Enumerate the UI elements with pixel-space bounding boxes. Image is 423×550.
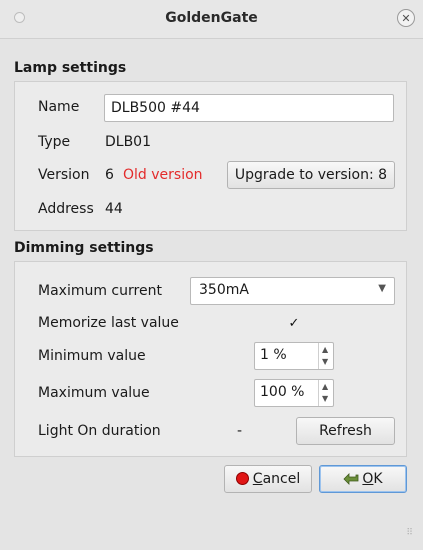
spin-arrows[interactable]: ▲ ▼ — [318, 343, 333, 369]
version-value: 6 — [105, 167, 114, 183]
light-on-label: Light On duration — [38, 423, 161, 439]
dimming-settings-title: Dimming settings — [14, 240, 154, 256]
type-value: DLB01 — [105, 134, 151, 150]
memorize-checkbox[interactable]: ✓ — [287, 317, 301, 331]
lamp-settings-title: Lamp settings — [14, 60, 127, 76]
window-title: GoldenGate — [165, 10, 258, 26]
title-bar: GoldenGate ✕ — [0, 0, 423, 39]
max-value-label: Maximum value — [38, 385, 150, 401]
chevron-down-icon[interactable]: ▼ — [322, 357, 328, 366]
close-icon[interactable]: ✕ — [397, 9, 415, 27]
light-on-value: - — [237, 423, 243, 439]
cancel-button[interactable]: Cancel — [224, 465, 312, 493]
min-value-label: Minimum value — [38, 348, 146, 364]
address-label: Address — [38, 201, 94, 217]
lamp-settings-group: Name Type DLB01 Version 6 Old version Up… — [14, 81, 407, 231]
min-value-spinbox[interactable]: 1 % ▲ ▼ — [254, 342, 334, 370]
ok-button[interactable]: OK — [319, 465, 407, 493]
type-label: Type — [38, 134, 71, 150]
max-value: 100 % — [260, 384, 305, 400]
memorize-label: Memorize last value — [38, 315, 179, 331]
max-value-spinbox[interactable]: 100 % ▲ ▼ — [254, 379, 334, 407]
max-current-select[interactable]: 350mA ▼ — [190, 277, 395, 305]
refresh-button[interactable]: Refresh — [296, 417, 395, 445]
version-label: Version — [38, 167, 90, 183]
max-current-label: Maximum current — [38, 283, 162, 299]
name-input[interactable] — [104, 94, 394, 122]
stop-icon — [235, 472, 249, 485]
spin-arrows[interactable]: ▲ ▼ — [318, 380, 333, 406]
chevron-down-icon[interactable]: ▼ — [322, 394, 328, 403]
dimming-settings-group: Maximum current 350mA ▼ Memorize last va… — [14, 261, 407, 457]
version-status: Old version — [123, 167, 203, 183]
max-current-value: 350mA — [199, 282, 249, 298]
address-value: 44 — [105, 201, 123, 217]
chevron-up-icon[interactable]: ▲ — [322, 382, 328, 391]
resize-grip-icon[interactable]: ⠿ — [406, 528, 413, 538]
chevron-up-icon[interactable]: ▲ — [322, 345, 328, 354]
chevron-down-icon: ▼ — [378, 283, 386, 294]
min-value: 1 % — [260, 347, 287, 363]
upgrade-button[interactable]: Upgrade to version: 8 — [227, 161, 395, 189]
name-label: Name — [38, 99, 80, 115]
ok-arrow-icon — [343, 473, 359, 485]
